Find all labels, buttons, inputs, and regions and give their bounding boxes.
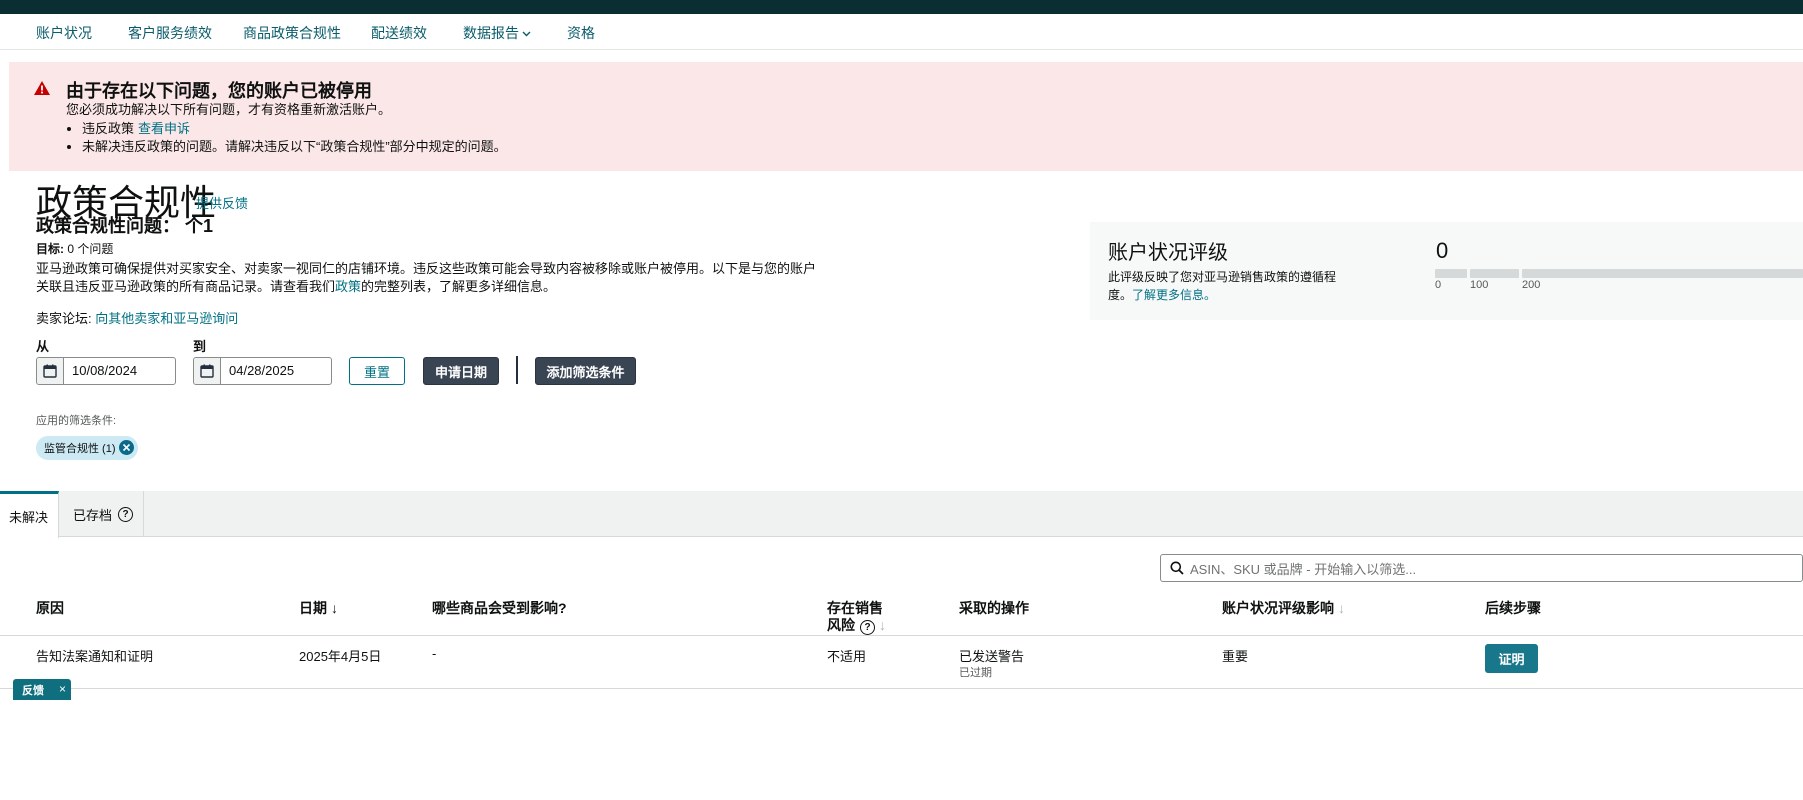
nav-data-reports[interactable]: 数据报告	[463, 23, 531, 43]
nav-account-health[interactable]: 账户状况	[36, 23, 92, 43]
alert-issue-list: 违反政策查看申诉 未解决违反政策的问题。请解决违反以下“政策合规性”部分中规定的…	[82, 120, 507, 156]
row-impact: 重要	[1222, 649, 1249, 664]
to-date-field[interactable]: 04/28/2025	[193, 357, 332, 385]
row-date: 2025年4月5日	[299, 649, 382, 664]
alert-issue-item: 未解决违反政策的问题。请解决违反以下“政策合规性”部分中规定的问题。	[82, 138, 507, 156]
sort-down-icon[interactable]: ↓	[331, 600, 338, 616]
to-date-value: 04/28/2025	[229, 363, 295, 378]
reason-link[interactable]: 告知法案通知和证明	[36, 646, 153, 665]
row-action: 已发送警告	[959, 649, 1025, 664]
top-bar	[0, 0, 1803, 14]
deactivation-alert: 由于存在以下问题，您的账户已被停用 您必须成功解决以下所有问题，才有资格重新激活…	[9, 62, 1803, 171]
tab-archived-label: 已存档	[73, 507, 113, 523]
target-line: 目标: 0 个问题	[36, 240, 113, 257]
sub-navigation: 账户状况 客户服务绩效 商品政策合规性 配送绩效 数据报告 资格	[0, 14, 1803, 50]
applied-filters-label: 应用的筛选条件:	[36, 415, 117, 427]
alert-subtitle: 您必须成功解决以下所有问题，才有资格重新激活账户。	[66, 102, 392, 117]
row-action-status: 已过期	[959, 667, 992, 679]
rating-tick: 100	[1470, 279, 1489, 291]
col-risk-line1: 存在销售	[827, 600, 883, 616]
help-icon[interactable]: ?	[118, 506, 134, 522]
tab-bar: 未解决 已存档?	[0, 491, 1803, 538]
rating-tick: 0	[1435, 279, 1442, 291]
search-input[interactable]: ASIN、SKU 或品牌 - 开始输入以筛选...	[1190, 559, 1416, 578]
warning-icon	[34, 81, 50, 95]
col-next-steps: 后续步骤	[1485, 600, 1541, 616]
provide-feedback-link[interactable]: 提供反馈	[196, 193, 248, 212]
calendar-icon[interactable]	[37, 358, 64, 384]
view-appeal-link[interactable]: 查看申诉	[138, 121, 190, 136]
search-icon	[1170, 561, 1184, 575]
apply-date-button[interactable]: 申请日期	[423, 357, 499, 385]
from-date-field[interactable]: 10/08/2024	[36, 357, 176, 385]
nav-eligibility[interactable]: 资格	[567, 23, 595, 43]
from-label: 从	[36, 339, 50, 354]
ask-sellers-link[interactable]: 向其他卖家和亚马逊询问	[95, 311, 238, 326]
feedback-tab-label: 反馈	[22, 684, 44, 697]
col-action: 采取的操作	[959, 600, 1029, 616]
rating-bar-segment	[1435, 269, 1467, 278]
table-divider	[0, 635, 1803, 636]
close-icon[interactable]: ×	[59, 682, 66, 696]
nav-policy-compliance[interactable]: 商品政策合规性	[243, 23, 341, 43]
col-date[interactable]: 日期 ↓	[299, 600, 338, 617]
row-risk: 不适用	[827, 649, 867, 664]
col-impact-label: 账户状况评级影响	[1222, 600, 1334, 616]
from-date-value: 10/08/2024	[72, 363, 138, 378]
filter-chip[interactable]: 监管合规性 (1)	[36, 436, 138, 460]
calendar-icon[interactable]	[194, 358, 221, 384]
col-affected: 哪些商品会受到影响?	[432, 600, 567, 616]
col-date-label: 日期	[299, 600, 327, 616]
issues-count: 政策合规性问题： 个1	[36, 216, 214, 236]
rating-bar-segment	[1522, 269, 1803, 278]
col-impact[interactable]: 账户状况评级影响 ↓	[1222, 600, 1345, 617]
sort-down-icon[interactable]: ↓	[879, 617, 886, 633]
col-reason: 原因	[36, 600, 64, 616]
alert-issue-item: 违反政策查看申诉	[82, 120, 507, 138]
tab-open[interactable]: 未解决	[0, 491, 59, 538]
forum-label: 卖家论坛:	[36, 311, 92, 326]
col-risk[interactable]: 存在销售 风险? ↓	[827, 600, 886, 635]
account-health-score: 0	[1436, 238, 1449, 263]
to-label: 到	[193, 339, 207, 354]
search-field[interactable]: ASIN、SKU 或品牌 - 开始输入以筛选...	[1160, 554, 1803, 582]
rating-bar-segment	[1470, 269, 1519, 278]
policy-description: 亚马逊政策可确保提供对买家安全、对卖家一视同仁的店铺环境。违反这些政策可能会导致…	[36, 260, 826, 296]
tab-archived[interactable]: 已存档?	[59, 491, 144, 537]
nav-data-reports-label: 数据报告	[463, 25, 519, 41]
help-icon[interactable]: ?	[860, 620, 875, 635]
seller-forum: 卖家论坛: 向其他卖家和亚马逊询问	[36, 308, 238, 327]
sort-down-icon[interactable]: ↓	[1338, 600, 1345, 616]
add-filter-button[interactable]: 添加筛选条件	[535, 357, 636, 385]
col-risk-line2: 风险	[827, 617, 855, 633]
policy-link[interactable]: 政策	[335, 279, 361, 294]
nav-customer-service[interactable]: 客户服务绩效	[128, 23, 212, 43]
filter-chip-label: 监管合规性 (1)	[44, 443, 116, 455]
prove-button[interactable]: 证明	[1485, 644, 1538, 673]
col-risk-line2-wrap: 风险? ↓	[827, 617, 886, 635]
nav-shipping[interactable]: 配送绩效	[371, 23, 427, 43]
description-text-end: 的完整列表，了解更多详细信息。	[361, 279, 557, 294]
account-health-title: 账户状况评级	[1108, 242, 1228, 264]
alert-issue-text: 违反政策	[82, 121, 135, 136]
row-affected: -	[432, 646, 437, 661]
target-value: 0 个问题	[64, 242, 114, 256]
remove-filter-icon[interactable]	[119, 440, 134, 455]
target-label: 目标:	[36, 242, 64, 256]
learn-more-link[interactable]: 了解更多信息。	[1132, 288, 1216, 302]
chevron-down-icon	[522, 31, 531, 37]
table-divider	[0, 688, 1803, 689]
account-health-desc: 此评级反映了您对亚马逊销售政策的遵循程度。了解更多信息。	[1108, 268, 1348, 304]
reset-button[interactable]: 重置	[349, 357, 405, 385]
divider	[516, 356, 518, 384]
rating-tick: 200	[1522, 279, 1541, 291]
feedback-tab[interactable]: 反馈 ×	[13, 679, 71, 700]
account-health-card: 账户状况评级 此评级反映了您对亚马逊销售政策的遵循程度。了解更多信息。 0 0 …	[1090, 222, 1803, 320]
